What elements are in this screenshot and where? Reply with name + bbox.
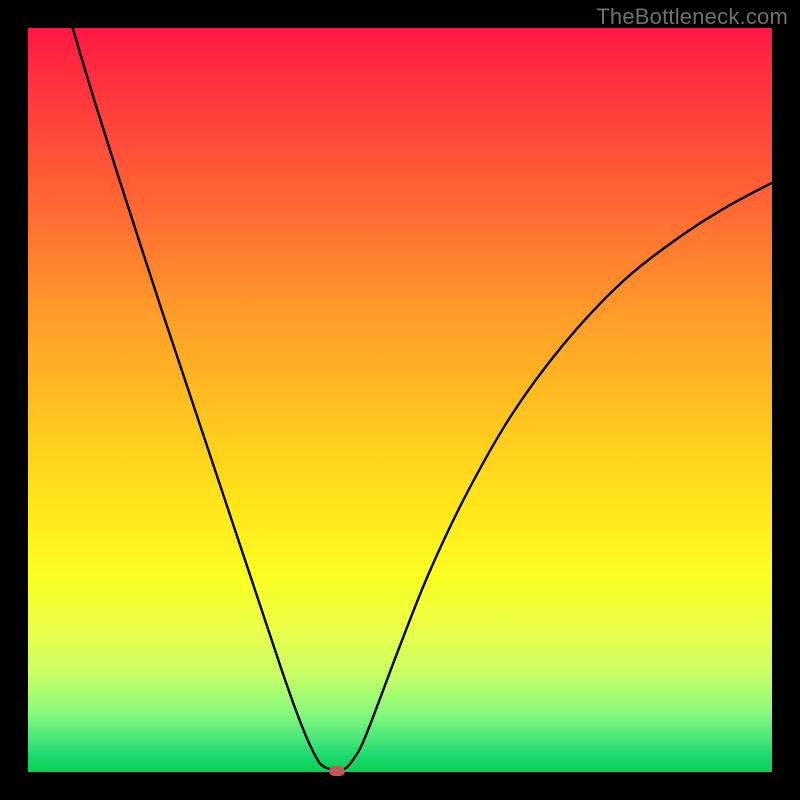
- bottleneck-curve: [28, 28, 772, 772]
- optimum-marker: [329, 766, 345, 776]
- watermark-text: TheBottleneck.com: [596, 4, 788, 30]
- chart-frame: TheBottleneck.com: [0, 0, 800, 800]
- plot-area: [28, 28, 772, 772]
